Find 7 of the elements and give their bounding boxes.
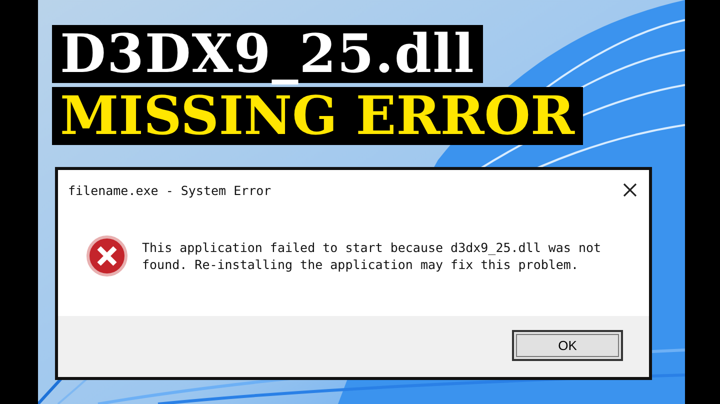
close-icon[interactable] (623, 183, 637, 197)
ok-button[interactable]: OK (512, 330, 623, 361)
error-icon (86, 235, 128, 277)
headline-text: D3DX9_25.dll (52, 25, 483, 83)
headline-text: MISSING ERROR (52, 87, 582, 145)
error-message: This application failed to start because d3dx9_25.dll was not found. Re-installing the application may fix this problem. (142, 239, 602, 273)
dialog-title: filename.exe - System Error (68, 182, 272, 198)
